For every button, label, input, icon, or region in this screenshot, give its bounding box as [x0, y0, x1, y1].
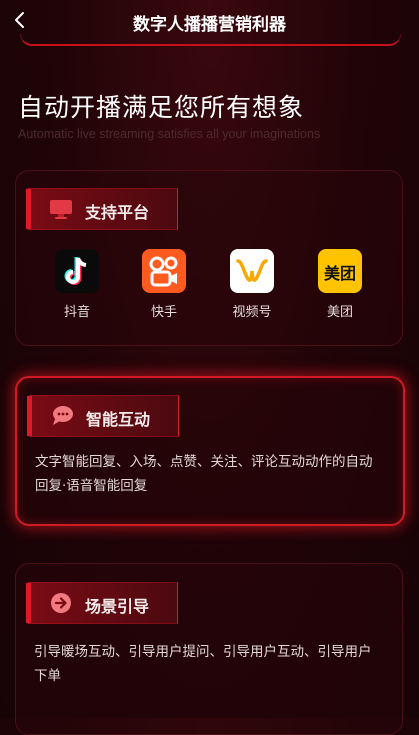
platform-douyin-label: 抖音 — [63, 305, 90, 320]
meituan-icon: 美团 — [318, 249, 362, 293]
platform-douyin[interactable]: 抖音 — [47, 249, 107, 320]
guide-tag: 场景引导 — [26, 582, 178, 624]
platforms-tag: 支持平台 — [26, 188, 178, 230]
interaction-description: 文字智能回复、入场、点赞、关注、评论互动动作的自动回复·语音智能回复 — [35, 454, 373, 494]
guide-tag-label: 场景引导 — [85, 597, 150, 616]
page-title: 数字人播播营销利器 — [133, 15, 286, 35]
kuaishou-icon — [142, 249, 186, 293]
platform-list: 抖音 快手 视频号 美团 美团 — [16, 249, 402, 329]
douyin-icon — [55, 249, 99, 293]
platforms-card: 支持平台 抖音 快手 视频号 美团 美团 — [15, 170, 403, 346]
top-card-edge — [20, 34, 401, 46]
guide-description: 引导暖场互动、引导用户提问、引导用户互动、引导用户下单 — [34, 644, 372, 684]
platform-channels-label: 视频号 — [232, 305, 272, 320]
platform-meituan-label: 美团 — [326, 305, 353, 320]
channels-icon — [230, 249, 274, 293]
platform-kuaishou-label: 快手 — [150, 305, 177, 320]
guide-card: 场景引导 引导暖场互动、引导用户提问、引导用户互动、引导用户下单 — [15, 563, 403, 735]
hero-subline: Automatic live streaming satisfies all y… — [18, 127, 321, 141]
arrow-circle-icon — [51, 593, 71, 613]
platform-kuaishou[interactable]: 快手 — [134, 249, 194, 320]
interaction-card: 智能互动 文字智能回复、入场、点赞、关注、评论互动动作的自动回复·语音智能回复 — [15, 376, 405, 526]
platforms-tag-label: 支持平台 — [85, 203, 150, 222]
meituan-icon-text: 美团 — [323, 264, 356, 283]
interaction-tag-label: 智能互动 — [86, 410, 151, 429]
hero-headline: 自动开播满足您所有想象 — [18, 93, 305, 122]
monitor-icon — [50, 200, 72, 219]
platform-meituan[interactable]: 美团 美团 — [310, 249, 370, 320]
interaction-tag: 智能互动 — [27, 395, 179, 437]
chat-bubbles-icon — [53, 406, 73, 425]
platform-channels[interactable]: 视频号 — [222, 249, 282, 320]
